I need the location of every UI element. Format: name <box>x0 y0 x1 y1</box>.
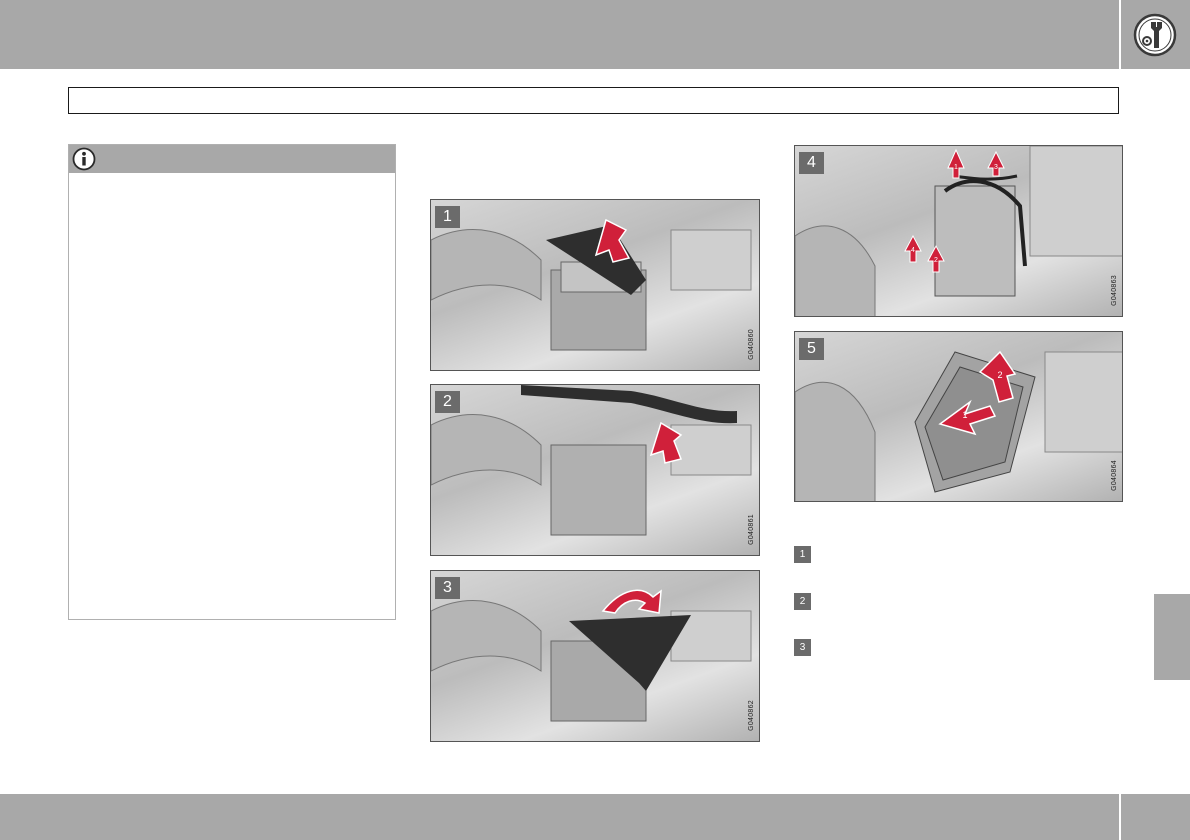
callout-arrow-1-icon: 1 <box>947 148 965 179</box>
header-bar <box>0 0 1119 69</box>
footer-page-tab <box>1121 794 1190 840</box>
figure-3: 3 G040862 <box>430 570 760 742</box>
callout-label: 1 <box>962 410 967 420</box>
chapter-side-tab <box>1154 594 1190 680</box>
callout-label: 3 <box>994 164 998 171</box>
note-header <box>69 145 395 173</box>
figure-1: 1 G040860 <box>430 199 760 371</box>
battery-terminals-illustration: 1 3 4 2 <box>795 146 1122 316</box>
engine-bay-illustration <box>431 589 752 722</box>
figure-2: 2 G040861 <box>430 384 760 556</box>
figure-code: G040860 <box>748 329 755 360</box>
callout-label: 1 <box>954 164 958 171</box>
callout-label: 2 <box>934 257 938 264</box>
figure-number: 4 <box>799 152 824 174</box>
callout-arrow-4-icon: 4 <box>904 234 922 263</box>
info-icon <box>72 147 96 171</box>
figure-code: G040861 <box>748 514 755 545</box>
figure-number: 5 <box>799 338 824 360</box>
callout-label: 4 <box>911 247 915 254</box>
step-marker: 1 <box>794 546 811 563</box>
section-title-box <box>68 87 1119 114</box>
figure-4: 1 3 4 2 4 G040863 <box>794 145 1123 317</box>
figure-code: G040864 <box>1111 460 1118 491</box>
figure-5: 1 2 5 G040864 <box>794 331 1123 502</box>
callout-arrow-3-icon: 3 <box>987 150 1005 177</box>
figure-number: 2 <box>435 391 460 413</box>
note-box <box>68 144 396 620</box>
figure-number: 1 <box>435 206 460 228</box>
footer-bar <box>0 794 1119 840</box>
figure-code: G040863 <box>1111 275 1118 306</box>
figure-number: 3 <box>435 577 460 599</box>
engine-bay-illustration <box>431 218 752 351</box>
flip-arrow-icon <box>601 589 662 614</box>
wrench-gear-icon <box>1133 13 1177 57</box>
battery-removal-illustration: 1 2 <box>795 350 1122 501</box>
callout-label: 2 <box>997 370 1002 380</box>
step-marker: 3 <box>794 639 811 656</box>
engine-bay-illustration <box>431 385 752 536</box>
figure-code: G040862 <box>748 700 755 731</box>
step-marker: 2 <box>794 593 811 610</box>
